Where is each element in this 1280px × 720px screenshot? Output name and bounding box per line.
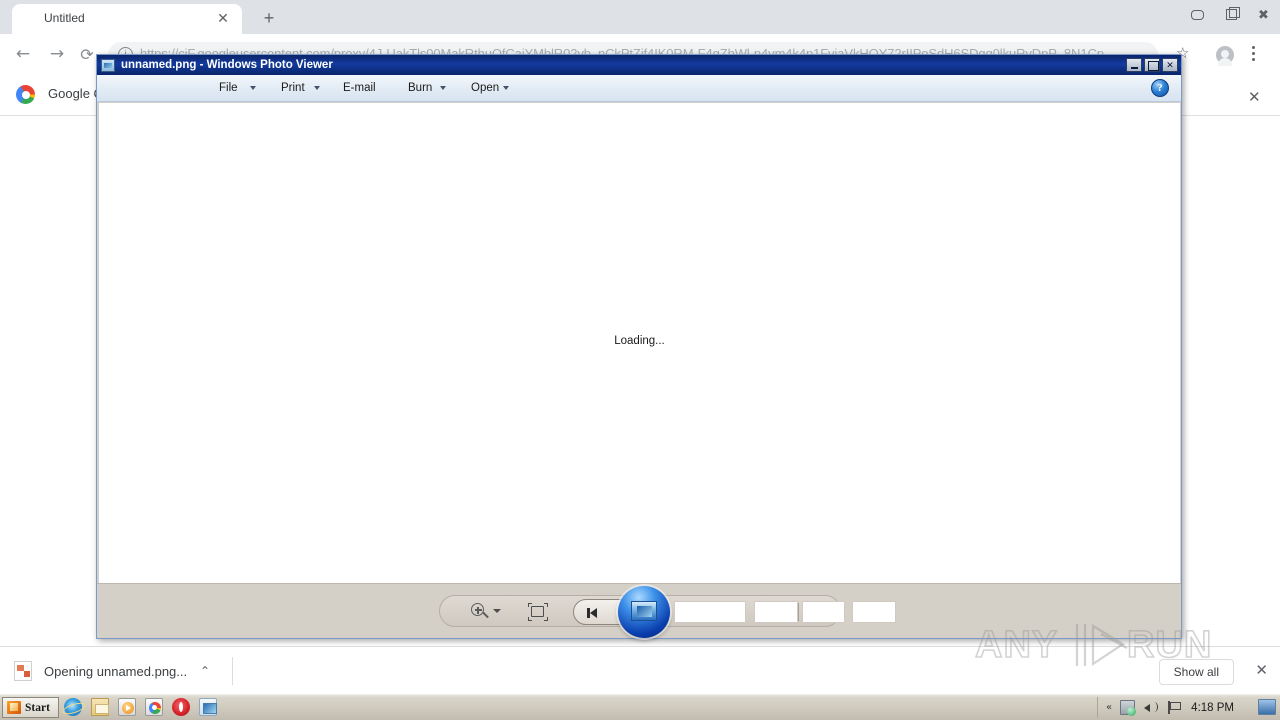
menu-burn-chevron-down-icon[interactable] (440, 86, 446, 90)
photo-viewer-minimize-button[interactable] (1126, 58, 1142, 72)
menu-print-chevron-down-icon[interactable] (314, 86, 320, 90)
photo-viewer-control-strip (439, 586, 896, 638)
network-icon[interactable] (1120, 700, 1137, 716)
browser-restore-button[interactable] (1214, 0, 1247, 30)
opera-browser-icon[interactable] (172, 698, 190, 716)
photo-viewer-canvas: Loading... (99, 103, 1180, 583)
infobar-text: Google C (48, 86, 103, 101)
chrome-logo-icon (16, 85, 35, 104)
help-icon[interactable]: ? (1151, 79, 1169, 97)
taskbar-clock[interactable]: 4:18 PM (1191, 702, 1234, 714)
fit-to-window-icon[interactable] (528, 602, 548, 622)
photo-viewer-bottom-bar (97, 583, 1181, 638)
start-button-label: Start (25, 701, 50, 714)
internet-explorer-icon[interactable] (64, 698, 82, 716)
browser-window-controls: ✖ (1181, 0, 1280, 30)
menu-file-chevron-down-icon[interactable] (250, 86, 256, 90)
new-tab-button[interactable]: + (256, 8, 282, 30)
download-expand-chevron-icon[interactable]: ⌃ (200, 664, 210, 678)
photo-viewer-close-button[interactable]: ✕ (1162, 58, 1178, 72)
toolbar-blank-button-3[interactable] (802, 601, 845, 623)
browser-minimize-button[interactable] (1181, 0, 1214, 30)
action-flag-icon[interactable] (1166, 700, 1182, 715)
zoom-magnifier-icon[interactable] (470, 602, 490, 622)
toolbar-blank-button-1[interactable] (674, 601, 746, 623)
windows-logo-icon (7, 701, 21, 714)
tab-close-icon[interactable]: ✕ (216, 11, 230, 26)
photo-viewer-window-controls: ✕ (1126, 58, 1178, 72)
menu-item-open[interactable]: Open (467, 80, 503, 98)
infobar-close-icon[interactable]: ✕ (1248, 88, 1261, 106)
windows-photo-viewer-icon[interactable] (199, 698, 217, 716)
toolbar-divider (798, 603, 799, 621)
browser-tab[interactable]: Untitled ✕ (12, 4, 242, 34)
windows-photo-viewer-window: unnamed.png - Windows Photo Viewer ✕ Fil… (96, 54, 1182, 639)
show-desktop-icon[interactable] (1258, 699, 1276, 715)
download-shelf-close-icon[interactable]: ✕ (1255, 661, 1268, 679)
windows-taskbar: Start « 4:18 PM (0, 694, 1280, 720)
volume-icon[interactable] (1143, 700, 1159, 715)
google-chrome-icon[interactable] (145, 698, 163, 716)
menu-open-chevron-down-icon[interactable] (503, 86, 509, 90)
chrome-tab-strip: Untitled ✕ + ✖ (0, 0, 1280, 34)
profile-avatar[interactable] (1216, 46, 1234, 66)
toolbar-blank-button-2[interactable] (754, 601, 798, 623)
play-slideshow-button[interactable] (618, 586, 670, 638)
photo-viewer-titlebar[interactable]: unnamed.png - Windows Photo Viewer ✕ (97, 55, 1181, 75)
previous-image-button[interactable] (573, 599, 623, 625)
photo-viewer-menubar: File Print E-mail Burn Open ? (97, 75, 1181, 102)
menu-item-file[interactable]: File (215, 80, 242, 98)
toolbar-blank-button-4[interactable] (852, 601, 896, 623)
tray-expand-chevron-icon[interactable]: « (1106, 702, 1112, 713)
loading-status-text: Loading... (614, 335, 665, 347)
chrome-menu-icon[interactable] (1252, 46, 1256, 64)
menu-item-print[interactable]: Print (277, 80, 309, 98)
png-file-icon (14, 661, 32, 681)
download-item-label: Opening unnamed.png... (44, 663, 188, 679)
forward-button[interactable]: → (44, 42, 70, 68)
back-button[interactable]: ← (10, 42, 36, 68)
system-tray: « 4:18 PM (1097, 697, 1242, 718)
zoom-chevron-down-icon[interactable] (493, 609, 501, 613)
start-button[interactable]: Start (2, 697, 59, 718)
download-shelf: Opening unnamed.png... ⌃ Show all ✕ (0, 646, 1280, 694)
browser-close-button[interactable]: ✖ (1247, 0, 1280, 30)
windows-explorer-icon[interactable] (91, 698, 109, 716)
photo-viewer-maximize-button[interactable] (1144, 58, 1160, 72)
windows-media-player-icon[interactable] (118, 698, 136, 716)
download-item[interactable]: Opening unnamed.png... (14, 655, 194, 687)
download-shelf-divider (232, 657, 233, 685)
menu-item-burn[interactable]: Burn (404, 80, 436, 98)
show-all-downloads-button[interactable]: Show all (1158, 659, 1234, 685)
quick-launch-bar (64, 698, 217, 716)
tab-title: Untitled (44, 11, 85, 25)
photo-viewer-title: unnamed.png - Windows Photo Viewer (121, 59, 333, 71)
menu-item-email[interactable]: E-mail (339, 80, 380, 98)
photo-viewer-icon (101, 58, 115, 72)
